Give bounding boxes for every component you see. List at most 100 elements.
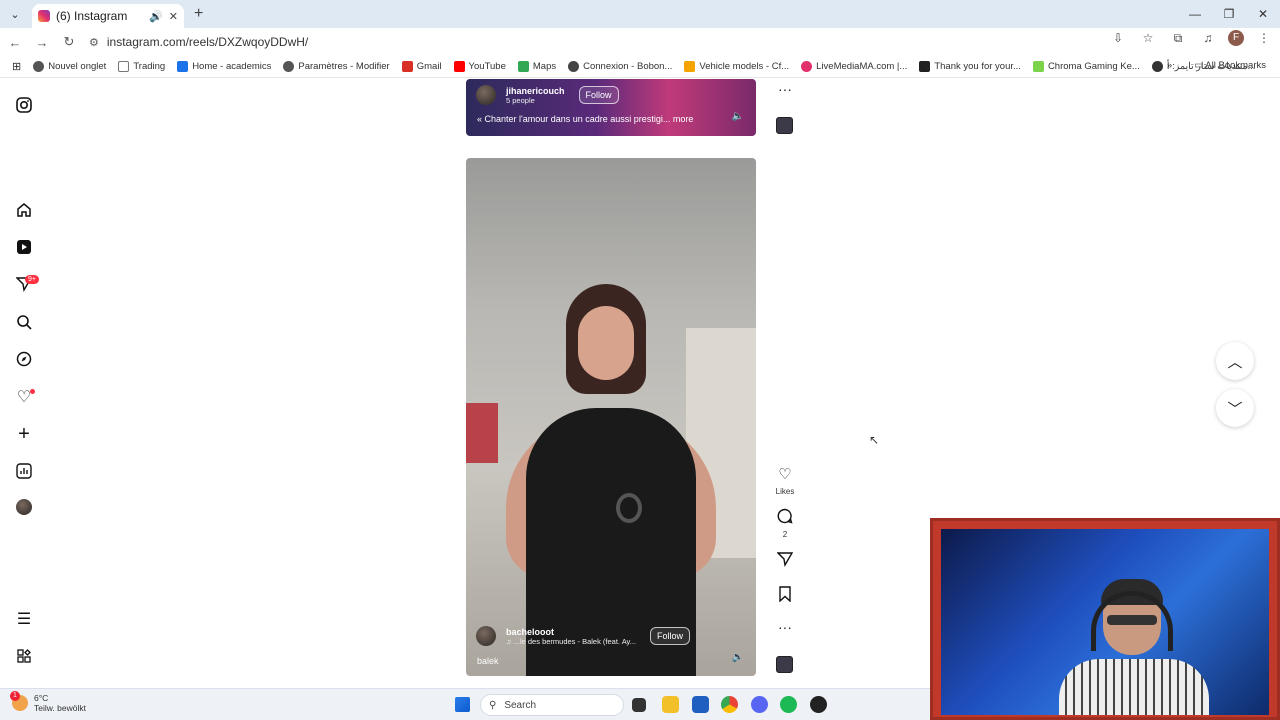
explore-icon[interactable] [14,349,34,369]
menu-kebab-icon[interactable]: ⋮ [1254,31,1274,45]
tab-title: (6) Instagram [56,9,128,23]
follow-button[interactable]: Follow [650,627,691,645]
search-icon[interactable] [14,312,34,332]
extensions-icon[interactable]: ⧉ [1168,31,1188,46]
tab-search-chevron-icon[interactable]: ⌄ [4,3,26,25]
bookmark-item[interactable]: Home - academics [177,61,271,72]
audio-track[interactable]: ♫ ...le des bermudes - Balek (feat. Ay..… [506,637,636,646]
reload-icon[interactable]: ↻ [57,30,81,54]
bookmark-item[interactable]: Maps [517,61,556,72]
bookmark-item[interactable]: LiveMediaMA.com |... [801,61,907,72]
weather-badge: 1 [10,691,20,701]
bookmark-favicon-icon [684,61,696,72]
install-app-icon[interactable]: ⇩ [1108,31,1128,45]
bookmark-item[interactable]: Thank you for your... [919,61,1021,72]
youtube-icon [453,61,465,72]
bookmark-item[interactable]: YouTube [453,61,506,72]
author-info: bachelooot ♫ ...le des bermudes - Balek … [506,627,636,646]
discord-icon[interactable] [751,696,768,713]
restore-icon[interactable]: ❐ [1212,0,1246,28]
tab-instagram[interactable]: (6) Instagram 🔊 ✕ [32,4,184,28]
bookmark-item[interactable]: Nouvel onglet [33,61,106,72]
close-tab-icon[interactable]: ✕ [169,10,178,23]
bookmark-folder[interactable]: Trading [118,61,165,72]
gear-icon [283,61,295,72]
app-icon[interactable] [810,696,827,713]
gmail-icon [401,61,413,72]
instagram-logo-icon[interactable] [14,95,34,115]
glasses [1107,615,1157,625]
reel-caption[interactable]: « Chanter l'amour dans un cadre aussi pr… [477,114,693,124]
share-send-icon[interactable] [774,551,796,570]
bookmark-item[interactable]: Gmail [401,61,442,72]
back-icon[interactable]: ← [3,30,27,54]
wall-frame [466,403,498,463]
meta-apps-icon[interactable] [14,646,34,666]
instagram-favicon-icon [38,10,50,22]
bookmark-favicon-icon [177,61,189,72]
author-avatar[interactable] [476,626,496,646]
url-text: instagram.com/reels/DXZwqoyDDwH/ [106,35,309,49]
audio-thumbnail[interactable] [776,656,793,673]
mouse-cursor-icon: ↖ [869,433,880,447]
author-username[interactable]: jihanericouch [506,86,565,96]
bookmark-item[interactable]: Chroma Gaming Ke... [1032,61,1140,72]
minimize-icon[interactable]: — [1178,0,1212,28]
follow-button[interactable]: Follow [578,86,619,104]
save-bookmark-icon[interactable] [774,586,796,605]
bookmark-item[interactable]: Connexion - Bobon... [568,61,672,72]
mute-icon[interactable]: 🔈 [732,652,744,663]
bookmarks-right: » ▭ All Bookmarks [1167,60,1266,71]
create-plus-icon[interactable]: + [14,423,34,445]
reels-icon[interactable] [14,237,34,257]
new-tab-button[interactable]: + [194,5,203,23]
task-view-icon[interactable] [632,698,646,712]
dashboard-icon[interactable] [14,461,34,481]
forward-icon[interactable]: → [30,30,54,54]
spotify-icon[interactable] [780,696,797,713]
reel-video-previous[interactable]: jihanericouch 5 people Follow « Chanter … [466,79,756,136]
chrome-icon[interactable] [721,696,738,713]
weather-widget[interactable]: 1 6°C Teilw. bewölkt [10,691,86,713]
author-avatar[interactable] [476,85,496,105]
bookmark-item[interactable]: Paramètres - Modifier [283,61,390,72]
speaker-icon[interactable]: 🔊 [149,10,163,23]
author-username[interactable]: bachelooot [506,627,636,637]
all-bookmarks-button[interactable]: ▭ All Bookmarks [1194,60,1266,71]
like-heart-icon[interactable]: ♡ [774,465,796,483]
more-options-icon[interactable]: ··· [774,619,796,635]
file-explorer-icon[interactable] [662,696,679,713]
address-bar[interactable]: ⚙ instagram.com/reels/DXZwqoyDDwH/ [89,30,1129,54]
dress-ring [616,493,642,523]
menu-hamburger-icon[interactable]: ☰ [14,609,34,629]
chevron-down-icon: ﹀ [1227,400,1243,418]
profile-avatar[interactable]: F [1228,30,1244,46]
site-info-icon[interactable]: ⚙ [89,36,99,49]
next-reel-button[interactable]: ﹀ [1216,389,1254,427]
more-bookmarks-chevron-icon[interactable]: » [1167,60,1172,71]
home-icon[interactable] [14,200,34,220]
browser-toolbar: ← → ↻ ⚙ instagram.com/reels/DXZwqoyDDwH/… [0,28,1280,56]
temperature: 6°C [34,693,49,703]
close-window-icon[interactable]: ✕ [1246,0,1280,28]
windows-start-icon[interactable] [455,697,470,712]
store-icon[interactable] [692,696,709,713]
media-controls-icon[interactable]: ♫ [1198,31,1218,45]
apps-grid-icon[interactable]: ⊞ [12,60,21,73]
audio-thumbnail[interactable] [776,117,793,134]
messages-badge: 9+ [25,275,39,284]
tab-strip: ⌄ (6) Instagram 🔊 ✕ + — ❐ ✕ [0,0,1280,28]
taskbar-search[interactable]: ⚲ Search [480,694,624,716]
reel-caption[interactable]: balek [477,656,499,666]
reel-video-current[interactable]: bachelooot ♫ ...le des bermudes - Balek … [466,158,756,676]
more-options-icon[interactable]: ··· [774,81,796,97]
bookmark-star-icon[interactable]: ☆ [1138,31,1158,45]
bookmark-favicon-icon [801,61,813,72]
globe-icon [1151,61,1163,72]
maps-icon [517,61,529,72]
previous-reel-button[interactable]: ︿ [1216,342,1254,380]
mute-icon[interactable]: 🔈 [732,111,744,122]
comment-icon[interactable] [774,508,796,527]
bookmark-item[interactable]: Vehicle models - Cf... [684,61,789,72]
profile-avatar[interactable] [16,499,32,515]
